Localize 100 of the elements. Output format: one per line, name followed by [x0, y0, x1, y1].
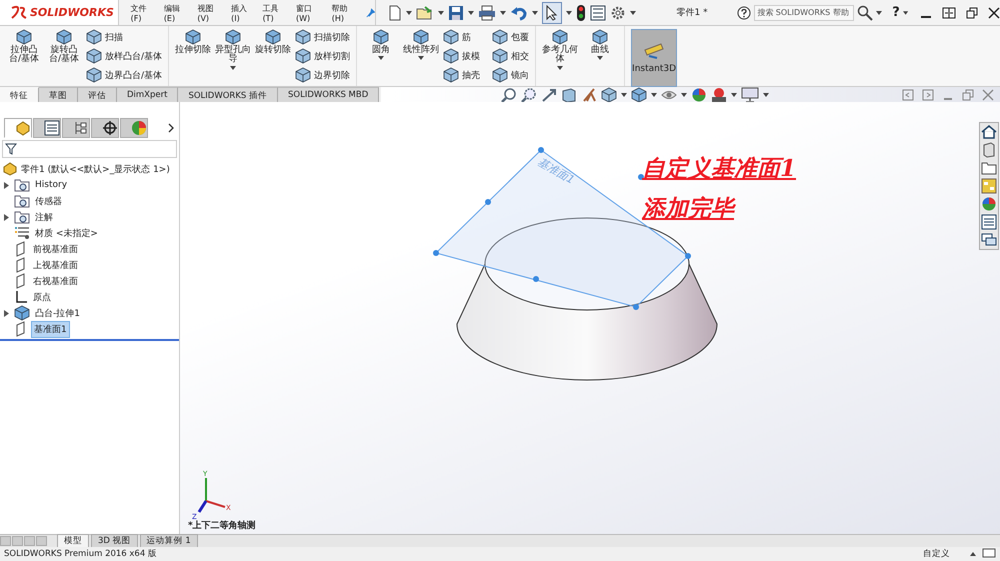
caret-icon[interactable] [763, 92, 770, 96]
view-palette-icon[interactable] [981, 178, 997, 194]
caret-icon[interactable] [566, 10, 572, 14]
ribbon-button[interactable]: 参考几何体 [542, 29, 578, 70]
model-tab[interactable]: 3D 视图 [91, 534, 138, 548]
settings-icon[interactable] [610, 4, 626, 20]
panel-tab[interactable] [62, 118, 90, 138]
menu-item[interactable]: 插入(I) [231, 2, 251, 22]
menu-item[interactable]: 文件(F) [130, 2, 152, 22]
menu-item[interactable]: 视图(V) [197, 2, 220, 22]
caret-icon[interactable] [902, 10, 908, 14]
ribbon-button[interactable]: 异型孔向导 [215, 29, 252, 70]
ribbon-button[interactable]: 曲线 [582, 29, 618, 60]
caret-icon[interactable] [681, 92, 688, 96]
ribbon-button[interactable]: 扫描切除 [295, 29, 350, 45]
print-icon[interactable] [478, 4, 496, 20]
menu-item[interactable]: 工具(T) [262, 2, 284, 22]
expand-arrow-icon[interactable] [4, 310, 9, 316]
tree-item[interactable]: 前视基准面 [31, 242, 80, 256]
ribbon-button[interactable]: 拉伸切除 [175, 29, 212, 56]
ribbon-button[interactable]: 线性阵列 [403, 29, 440, 60]
caret-up-icon[interactable] [970, 552, 976, 556]
select-button[interactable] [542, 2, 562, 24]
caret-icon[interactable] [418, 56, 424, 60]
ribbon-button[interactable]: 筋 [443, 29, 480, 45]
command-tab[interactable]: 特征 [0, 87, 39, 102]
command-tab[interactable]: SOLIDWORKS 插件 [178, 87, 278, 102]
search-field[interactable]: 搜索 SOLIDWORKS 帮助 [754, 4, 854, 20]
zoom-to-fit-icon[interactable] [501, 86, 518, 102]
caret-icon[interactable] [230, 66, 236, 70]
ribbon-button[interactable]: 旋转切除 [255, 29, 292, 56]
help-button[interactable]: ? [892, 5, 900, 20]
expand-arrow-icon[interactable] [4, 182, 9, 188]
menu-item[interactable]: 编辑(E) [164, 2, 186, 22]
folder-icon[interactable] [981, 160, 997, 176]
ribbon-button[interactable]: 包覆 [492, 29, 530, 45]
tree-item[interactable]: 凸台-拉伸1 [33, 306, 82, 320]
tree-item[interactable]: 上视基准面 [31, 258, 80, 272]
tree-item[interactable]: 零件1 (默认<<默认>_显示状态 1>) [21, 162, 170, 176]
model-tab[interactable]: 模型 [57, 534, 89, 548]
new-document-icon[interactable] [388, 4, 402, 20]
ribbon-button[interactable]: 旋转凸台/基体 [46, 29, 82, 65]
ribbon-button[interactable]: 抽壳 [443, 67, 480, 83]
caret-icon[interactable] [500, 10, 506, 14]
command-tab[interactable]: DimXpert [117, 87, 178, 102]
menu-item[interactable]: 窗口(W) [296, 2, 320, 22]
restore-icon[interactable] [966, 6, 978, 18]
ribbon-button[interactable]: 放样凸台/基体 [86, 48, 162, 64]
caret-icon[interactable] [876, 10, 882, 14]
command-tab[interactable]: SOLIDWORKS MBD [278, 87, 380, 102]
menu-item[interactable]: 帮助(H) [332, 2, 354, 22]
ribbon-button[interactable]: 边界凸台/基体 [86, 67, 162, 83]
scene-icon[interactable] [711, 86, 728, 102]
properties-icon[interactable] [981, 214, 997, 230]
ribbon-button[interactable]: 镜向 [492, 67, 530, 83]
ribbon-button[interactable]: 相交 [492, 48, 530, 64]
caret-icon[interactable] [532, 10, 538, 14]
tree-item[interactable]: 右视基准面 [31, 274, 80, 288]
tree-item[interactable]: History [33, 179, 70, 191]
command-tab[interactable]: 草图 [39, 87, 78, 102]
caret-icon[interactable] [438, 10, 444, 14]
appearance-icon[interactable] [981, 196, 997, 212]
caret-icon[interactable] [557, 66, 564, 70]
tree-item[interactable]: 注解 [33, 210, 55, 224]
panel-tab[interactable] [91, 118, 119, 138]
caret-icon[interactable] [621, 92, 628, 96]
panel-tab[interactable] [33, 118, 61, 138]
caret-icon[interactable] [731, 92, 738, 96]
ribbon-button[interactable]: 边界切除 [295, 67, 350, 83]
zoom-area-icon[interactable] [521, 86, 538, 102]
tree-item[interactable]: 材质 <未指定> [33, 226, 100, 240]
ribbon-button[interactable]: 圆角 [363, 29, 400, 60]
tile-icon[interactable] [942, 6, 956, 18]
ribbon-button[interactable]: 放样切割 [295, 48, 350, 64]
home-icon[interactable] [981, 124, 997, 140]
model-tab[interactable]: 运动算例 1 [140, 534, 198, 548]
save-icon[interactable] [448, 4, 464, 20]
toggle-button[interactable]: Instant3D [631, 29, 678, 87]
command-tab[interactable]: 评估 [78, 87, 117, 102]
traffic-light-icon[interactable] [576, 4, 586, 22]
ribbon-button[interactable]: 拉伸凸台/基体 [6, 29, 42, 65]
tile-left-icon[interactable] [902, 88, 914, 100]
caret-icon[interactable] [406, 10, 412, 14]
chat-icon[interactable] [981, 232, 997, 248]
tree-item[interactable]: 原点 [31, 290, 53, 304]
caret-icon[interactable] [630, 10, 636, 14]
chevron-right-icon[interactable] [167, 123, 175, 133]
panel-tab[interactable] [4, 118, 32, 138]
filter-field[interactable] [2, 140, 177, 158]
caret-icon[interactable] [378, 56, 384, 60]
caret-icon[interactable] [651, 92, 658, 96]
monitor-icon[interactable] [741, 86, 760, 102]
units-selector[interactable]: 自定义 [923, 548, 950, 560]
pin-icon[interactable] [366, 6, 376, 18]
caret-icon[interactable] [468, 10, 474, 14]
close-icon[interactable] [988, 6, 1000, 18]
undo-icon[interactable] [510, 4, 528, 20]
expand-arrow-icon[interactable] [4, 214, 9, 220]
appearance-icon[interactable] [691, 86, 708, 102]
search-icon[interactable] [857, 4, 874, 20]
